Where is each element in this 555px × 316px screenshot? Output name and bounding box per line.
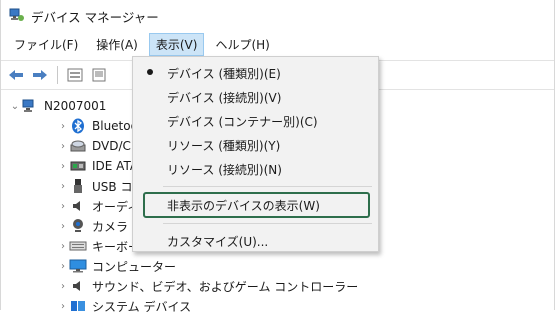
- chevron-down-icon[interactable]: ⌄: [9, 101, 21, 112]
- menu-bar: ファイル(F) 操作(A) 表示(V) ヘルプ(H): [1, 32, 554, 56]
- tree-node-computer[interactable]: › コンピューター: [1, 256, 554, 276]
- dvd-drive-icon: [69, 138, 87, 154]
- keyboard-icon: [69, 238, 87, 254]
- tree-node-system[interactable]: › システム デバイス: [1, 296, 554, 316]
- chevron-right-icon[interactable]: ›: [57, 221, 69, 232]
- help-page-icon[interactable]: [90, 67, 108, 83]
- monitor-icon: [69, 258, 87, 274]
- menu-item-label: リソース (接続別)(N): [167, 162, 282, 177]
- forward-arrow-icon[interactable]: [31, 67, 49, 83]
- properties-icon[interactable]: [66, 67, 84, 83]
- menu-item-devices-by-connection[interactable]: デバイス (接続別)(V): [133, 85, 378, 109]
- ide-controller-icon: [69, 158, 87, 174]
- menu-item-show-hidden-devices[interactable]: 非表示のデバイスの表示(W): [143, 192, 370, 218]
- device-manager-window: デバイス マネージャー ファイル(F) 操作(A) 表示(V) ヘルプ(H) ⌄…: [0, 0, 555, 314]
- tree-node-label: カメラ: [92, 219, 129, 234]
- system-devices-icon: [69, 298, 87, 314]
- radio-bullet-icon: [147, 69, 153, 75]
- tree-node-label: システム デバイス: [92, 299, 192, 314]
- menu-item-label: カスタマイズ(U)...: [167, 234, 269, 249]
- menu-item-devices-by-container[interactable]: デバイス (コンテナー別)(C): [133, 109, 378, 133]
- chevron-right-icon[interactable]: ›: [57, 281, 69, 292]
- menu-view[interactable]: 表示(V): [148, 32, 205, 56]
- bluetooth-icon: [69, 118, 87, 134]
- camera-icon: [69, 218, 87, 234]
- title-bar: デバイス マネージャー: [1, 0, 554, 32]
- back-arrow-icon[interactable]: [7, 67, 25, 83]
- tree-node-sound[interactable]: › サウンド、ビデオ、およびゲーム コントローラー: [1, 276, 554, 296]
- chevron-right-icon[interactable]: ›: [57, 161, 69, 172]
- menu-help[interactable]: ヘルプ(H): [208, 33, 276, 56]
- toolbar-separator: [57, 66, 58, 84]
- menu-item-resources-by-connection[interactable]: リソース (接続別)(N): [133, 157, 378, 181]
- chevron-right-icon[interactable]: ›: [57, 261, 69, 272]
- chevron-right-icon[interactable]: ›: [57, 121, 69, 132]
- menu-item-label: 非表示のデバイスの表示(W): [167, 198, 320, 213]
- window-title: デバイス マネージャー: [31, 9, 159, 25]
- menu-item-label: デバイス (種類別)(E): [167, 66, 281, 81]
- menu-file[interactable]: ファイル(F): [7, 33, 85, 56]
- menu-item-label: デバイス (接続別)(V): [167, 90, 282, 105]
- chevron-right-icon[interactable]: ›: [57, 141, 69, 152]
- menu-item-label: リソース (種類別)(Y): [167, 138, 281, 153]
- tree-root-label: N2007001: [44, 99, 107, 113]
- device-manager-app-icon: [9, 8, 25, 25]
- chevron-right-icon[interactable]: ›: [57, 181, 69, 192]
- menu-separator: [163, 223, 372, 224]
- tree-node-label: コンピューター: [92, 259, 177, 274]
- menu-separator: [163, 186, 372, 187]
- computer-icon: [21, 98, 39, 114]
- sound-icon: [69, 278, 87, 294]
- menu-action[interactable]: 操作(A): [89, 33, 145, 56]
- chevron-right-icon[interactable]: ›: [57, 201, 69, 212]
- view-menu-dropdown: デバイス (種類別)(E) デバイス (接続別)(V) デバイス (コンテナー別…: [132, 56, 379, 252]
- menu-item-devices-by-type[interactable]: デバイス (種類別)(E): [133, 61, 378, 85]
- menu-item-customize[interactable]: カスタマイズ(U)...: [133, 229, 378, 253]
- chevron-right-icon[interactable]: ›: [57, 241, 69, 252]
- menu-item-label: デバイス (コンテナー別)(C): [167, 114, 318, 129]
- audio-icon: [69, 198, 87, 214]
- menu-item-resources-by-type[interactable]: リソース (種類別)(Y): [133, 133, 378, 157]
- tree-node-label: サウンド、ビデオ、およびゲーム コントローラー: [92, 279, 359, 294]
- usb-icon: [69, 178, 87, 194]
